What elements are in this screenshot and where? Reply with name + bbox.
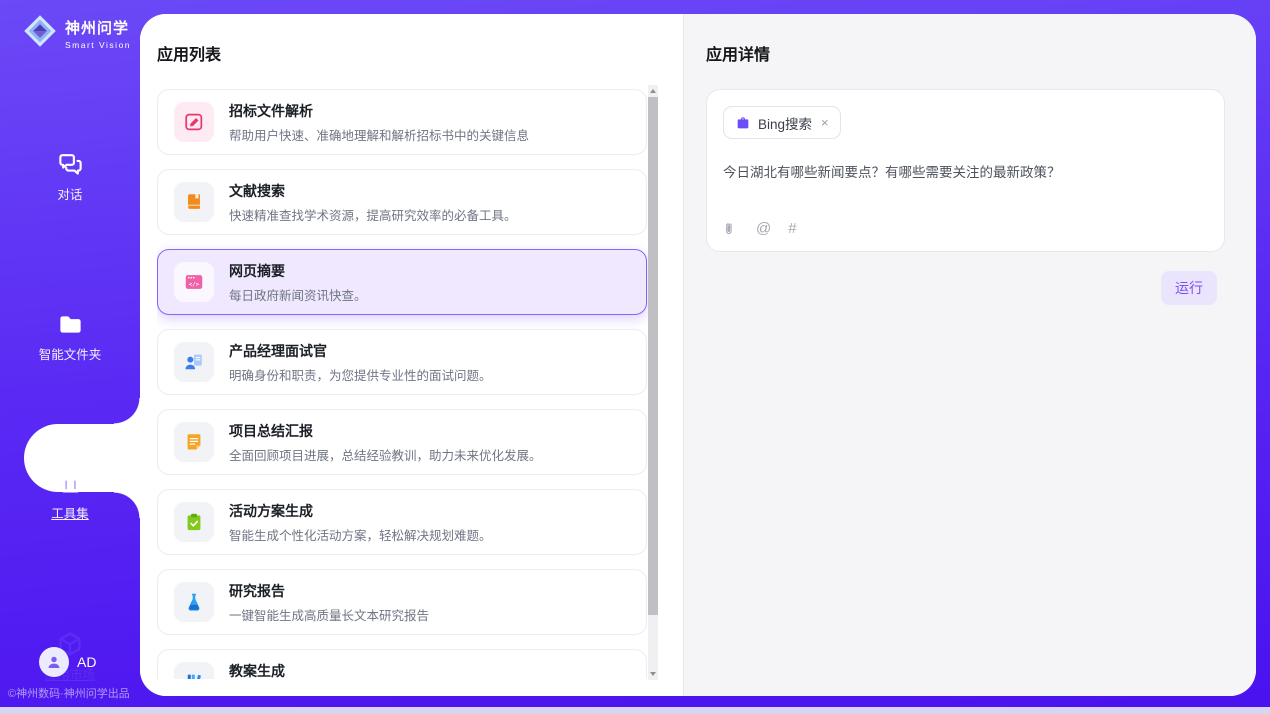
query-composer[interactable]: Bing搜索 × 今日湖北有哪些新闻要点？有哪些需要关注的最新政策？ @ # bbox=[706, 89, 1225, 252]
content-window: 应用列表 招标文件解析 帮助用户快速、准确地理解和解析招标书中的关键信息 bbox=[140, 14, 1256, 696]
app-desc: 帮助用户快速、准确地理解和解析招标书中的关键信息 bbox=[229, 125, 529, 144]
app-details-title: 应用详情 bbox=[706, 41, 1234, 65]
remove-tag-icon[interactable]: × bbox=[821, 115, 829, 130]
mention-icon[interactable]: @ bbox=[756, 220, 771, 237]
sidebar-item-smart-folder[interactable]: 智能文件夹 bbox=[0, 311, 140, 363]
app-details-panel: 应用详情 Bing搜索 × 今日湖北有哪些新闻要点？有哪些需要关注的最新政策？ bbox=[683, 14, 1256, 696]
copyright-text: ©神州数码·神州问学出品 bbox=[8, 685, 130, 701]
sidebar-item-tools[interactable]: 工具集 bbox=[0, 470, 140, 522]
interviewer-icon bbox=[174, 342, 214, 382]
user-account[interactable]: AD bbox=[39, 647, 96, 677]
composer-toolbar: @ # bbox=[723, 220, 797, 237]
sidebar: 神州问学 Smart Vision 对话 智能文件夹 工具集 bbox=[0, 0, 140, 714]
app-card-research-report[interactable]: 研究报告 一键智能生成高质量长文本研究报告 bbox=[157, 569, 647, 635]
app-desc: 全面回顾项目进展，总结经验教训，助力未来优化发展。 bbox=[229, 445, 542, 464]
active-nav-curve-top bbox=[114, 398, 140, 424]
user-initials: AD bbox=[77, 654, 96, 670]
app-title: 活动方案生成 bbox=[229, 501, 492, 521]
flask-icon bbox=[174, 582, 214, 622]
sidebar-item-label: 智能文件夹 bbox=[0, 344, 140, 363]
folder-icon bbox=[0, 311, 140, 338]
book-icon bbox=[174, 182, 214, 222]
sidebar-item-label: 对话 bbox=[0, 184, 140, 203]
app-title: 教案生成 bbox=[229, 661, 479, 680]
app-desc: 一键智能生成高质量长文本研究报告 bbox=[229, 605, 429, 624]
tool-tag-bing-search[interactable]: Bing搜索 × bbox=[723, 106, 841, 139]
logo-diamond-icon bbox=[22, 13, 58, 54]
app-card-pm-interviewer[interactable]: 产品经理面试官 明确身份和职责，为您提供专业性的面试问题。 bbox=[157, 329, 647, 395]
app-title: 文献搜索 bbox=[229, 181, 517, 201]
app-desc: 每日政府新闻资讯快查。 bbox=[229, 285, 367, 304]
chat-icon bbox=[0, 151, 140, 178]
books-icon bbox=[174, 662, 214, 679]
query-input[interactable]: 今日湖北有哪些新闻要点？有哪些需要关注的最新政策？ bbox=[723, 163, 1208, 183]
page-bottom-strip bbox=[0, 707, 1270, 714]
app-card-literature-search[interactable]: 文献搜索 快速精准查找学术资源，提高研究效率的必备工具。 bbox=[157, 169, 647, 235]
edit-document-icon bbox=[174, 102, 214, 142]
app-card-project-summary[interactable]: 项目总结汇报 全面回顾项目进展，总结经验教训，助力未来优化发展。 bbox=[157, 409, 647, 475]
attachment-icon[interactable] bbox=[723, 221, 739, 237]
app-card-webpage-summary[interactable]: </> 网页摘要 每日政府新闻资讯快查。 bbox=[157, 249, 647, 315]
app-title: 研究报告 bbox=[229, 581, 429, 601]
scroll-down-arrow-icon[interactable] bbox=[650, 672, 656, 676]
app-list-title: 应用列表 bbox=[157, 41, 666, 65]
note-icon bbox=[174, 422, 214, 462]
app-list-scrollbar[interactable] bbox=[648, 85, 658, 680]
app-list-panel: 应用列表 招标文件解析 帮助用户快速、准确地理解和解析招标书中的关键信息 bbox=[140, 14, 683, 696]
scrollbar-thumb[interactable] bbox=[648, 97, 658, 615]
app-title: 产品经理面试官 bbox=[229, 341, 492, 361]
app-list: 招标文件解析 帮助用户快速、准确地理解和解析招标书中的关键信息 文献搜索 快速精… bbox=[157, 89, 666, 679]
app-card-bid-analysis[interactable]: 招标文件解析 帮助用户快速、准确地理解和解析招标书中的关键信息 bbox=[157, 89, 647, 155]
avatar bbox=[39, 647, 69, 677]
app-title: 网页摘要 bbox=[229, 261, 367, 281]
tool-tag-label: Bing搜索 bbox=[758, 113, 812, 133]
sidebar-item-label: 工具集 bbox=[0, 503, 140, 522]
app-desc: 快速精准查找学术资源，提高研究效率的必备工具。 bbox=[229, 205, 517, 224]
clipboard-check-icon bbox=[174, 502, 214, 542]
app-desc: 智能生成个性化活动方案，轻松解决规划难题。 bbox=[229, 525, 492, 544]
briefcase-icon bbox=[0, 470, 140, 497]
briefcase-icon bbox=[735, 115, 751, 131]
svg-text:</>: </> bbox=[189, 282, 200, 288]
webpage-code-icon: </> bbox=[174, 262, 214, 302]
app-desc: 明确身份和职责，为您提供专业性的面试问题。 bbox=[229, 365, 492, 384]
run-button[interactable]: 运行 bbox=[1161, 271, 1217, 305]
scroll-up-arrow-icon[interactable] bbox=[650, 89, 656, 93]
app-title: 项目总结汇报 bbox=[229, 421, 542, 441]
brand-name: 神州问学 bbox=[65, 17, 131, 38]
app-card-event-plan[interactable]: 活动方案生成 智能生成个性化活动方案，轻松解决规划难题。 bbox=[157, 489, 647, 555]
app-title: 招标文件解析 bbox=[229, 101, 529, 121]
sidebar-item-chat[interactable]: 对话 bbox=[0, 151, 140, 203]
brand-subtitle: Smart Vision bbox=[65, 40, 131, 50]
hashtag-icon[interactable]: # bbox=[788, 220, 796, 237]
app-card-lesson-plan[interactable]: 教案生成 模板驱动，教案秒成，教学准备从此轻松快捷 bbox=[157, 649, 647, 679]
